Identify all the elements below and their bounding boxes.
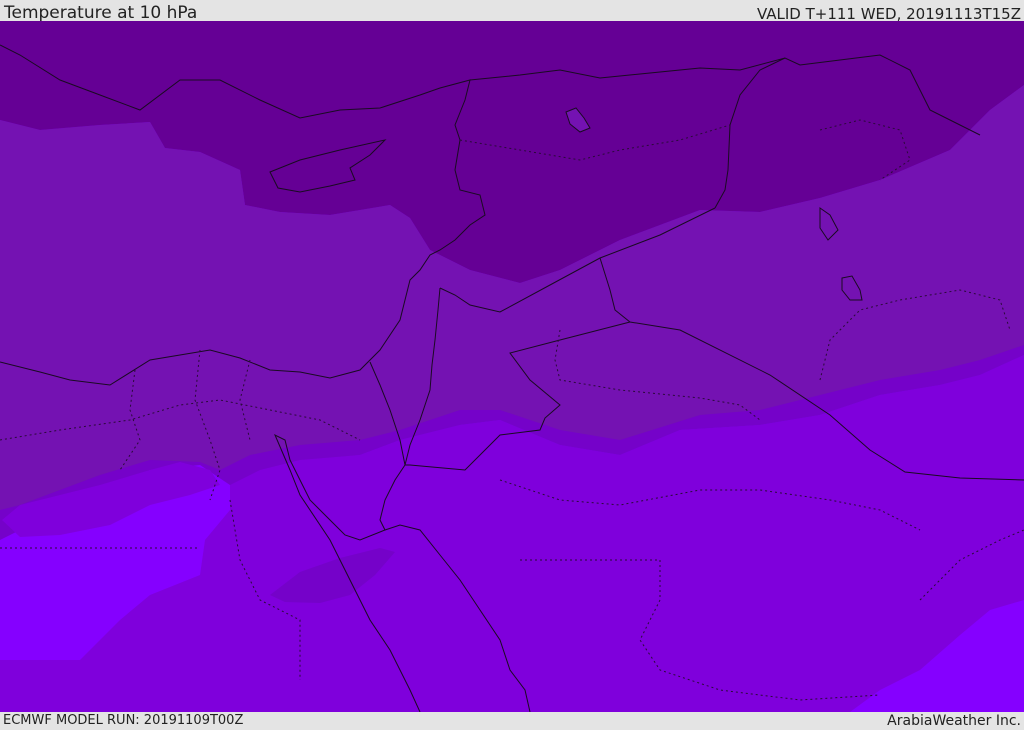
credit: ArabiaWeather Inc. (887, 713, 1021, 729)
model-run: ECMWF MODEL RUN: 20191109T00Z (3, 713, 244, 728)
temperature-map (0, 21, 1024, 712)
footer-bar: ECMWF MODEL RUN: 20191109T00Z ArabiaWeat… (0, 712, 1024, 729)
map-title: Temperature at 10 hPa (4, 3, 198, 23)
map-area (0, 21, 1024, 712)
header-bar: Temperature at 10 hPa VALID T+111 WED, 2… (0, 0, 1024, 23)
